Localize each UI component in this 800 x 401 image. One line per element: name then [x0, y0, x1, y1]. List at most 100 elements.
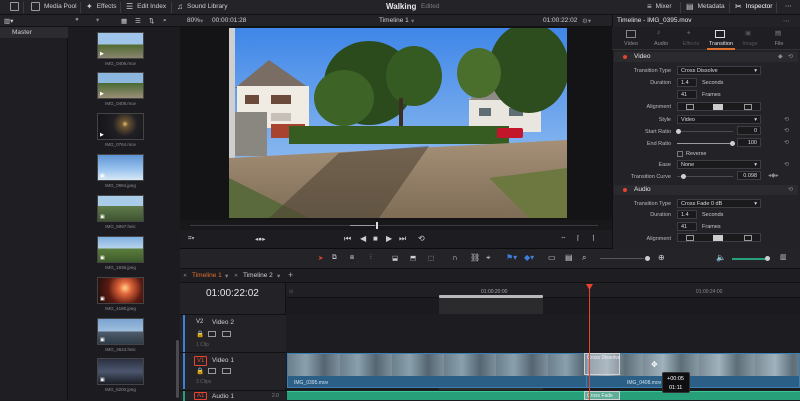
ease-select[interactable]: None ▾: [677, 160, 761, 169]
sound-library-button[interactable]: ♫ Sound Library: [177, 2, 227, 11]
start-ratio-slider[interactable]: [676, 129, 733, 134]
media-clip[interactable]: ▶ IMG_0764.mov: [97, 113, 144, 147]
ruler-menu-icon[interactable]: ⊞: [289, 289, 293, 295]
auto-select-icon[interactable]: [208, 368, 216, 374]
scrub-handle[interactable]: [376, 222, 378, 229]
detail-zoom-icon[interactable]: ▭: [548, 253, 556, 262]
close-tab-icon[interactable]: ✕: [183, 273, 187, 279]
overwrite-clip-icon[interactable]: ⬒: [410, 254, 416, 262]
viewer-scrubber[interactable]: [180, 220, 612, 230]
position-lock-icon[interactable]: ⌖: [486, 253, 491, 263]
duration-seconds-input[interactable]: 1.4: [677, 78, 697, 87]
slider-handle[interactable]: [676, 129, 681, 134]
ease-reset-icon[interactable]: ⟲: [784, 161, 789, 168]
media-pool-scrollbar[interactable]: [176, 340, 179, 398]
linked-selection-icon[interactable]: ⛓: [470, 253, 480, 262]
duration-frames-input[interactable]: 41: [677, 90, 697, 99]
loop-button[interactable]: ⟲: [418, 234, 425, 243]
align-center-icon[interactable]: [713, 235, 723, 241]
trim-tool-icon[interactable]: ⧉: [332, 254, 337, 262]
audio-meter-icon[interactable]: ▥: [780, 253, 787, 261]
volume-slider-handle[interactable]: [765, 256, 770, 261]
panel-toggle[interactable]: [10, 2, 19, 11]
selection-tool-icon[interactable]: ➤: [318, 254, 323, 262]
end-ratio-slider[interactable]: [677, 141, 735, 146]
viewer-options-icon[interactable]: ⚙▾: [582, 17, 591, 25]
flag-icon[interactable]: ⚑▾: [506, 253, 517, 262]
audio-duration-frames-input[interactable]: 41: [677, 222, 697, 231]
lock-icon[interactable]: 🔒: [196, 330, 204, 338]
collapse-icon[interactable]: ◆: [778, 53, 783, 60]
volume-slider[interactable]: [732, 258, 766, 260]
align-end-icon[interactable]: [744, 104, 752, 110]
stop-button[interactable]: ■: [373, 234, 378, 243]
timeline-tab-dropdown-icon[interactable]: ▾: [277, 272, 280, 280]
track-header-v2[interactable]: V2 Video 2 🔒 1 Clip: [180, 314, 286, 353]
go-to-start-button[interactable]: ⏮: [344, 234, 351, 244]
timeline-ruler[interactable]: ⊞ 01:00:20:00 01:00:24:00: [286, 283, 800, 298]
full-extent-zoom-icon[interactable]: ▤: [565, 253, 573, 262]
viewer-crop-icon[interactable]: ⌗▾: [188, 235, 194, 243]
audio-transition-type-select[interactable]: Cross Fade 0 dB ▾: [677, 199, 761, 208]
track-enable-icon[interactable]: [222, 368, 231, 374]
media-clip[interactable]: ▶ IMG_0406.mov: [97, 32, 144, 66]
tab-timeline-1[interactable]: Timeline 1: [192, 272, 222, 279]
reverse-checkbox[interactable]: [677, 151, 683, 157]
track-header-a1[interactable]: A1 Audio 1 2.0: [180, 390, 286, 401]
inspector-button[interactable]: ✂ Inspector: [735, 2, 772, 11]
dot-icon[interactable]: ●: [75, 16, 79, 23]
start-ratio-reset-icon[interactable]: ⟲: [784, 127, 789, 134]
align-center-icon[interactable]: [713, 104, 723, 110]
tab-image[interactable]: Image: [737, 41, 763, 47]
transition-curve-slider[interactable]: [677, 174, 733, 179]
zoom-in-icon[interactable]: ⊕: [658, 253, 665, 262]
snapping-icon[interactable]: ∩: [452, 253, 458, 262]
audio-clip[interactable]: [287, 391, 800, 400]
video-transition-type-select[interactable]: Cross Dissolve ▾: [677, 66, 761, 75]
tab-audio[interactable]: Audio: [648, 41, 674, 47]
close-tab-icon[interactable]: ✕: [234, 273, 238, 279]
auto-select-icon[interactable]: [208, 331, 216, 337]
lock-icon[interactable]: 🔒: [196, 367, 204, 375]
play-button[interactable]: ▶: [386, 234, 392, 243]
video-section-header[interactable]: Video ◆ ⟲: [614, 52, 798, 62]
media-clip[interactable]: ▣ IMG_4624.heic: [97, 318, 144, 352]
mixer-button[interactable]: ≡ Mixer: [647, 2, 672, 11]
viewer-frame[interactable]: [229, 28, 567, 218]
bin-master[interactable]: Master: [0, 27, 68, 38]
tab-file[interactable]: File: [766, 41, 792, 47]
audio-duration-seconds-input[interactable]: 1.4: [677, 210, 697, 219]
media-clip[interactable]: ▣ IMG_5997.heic: [97, 195, 144, 229]
track-header-v1[interactable]: V1 Video 1 🔒 3 Clips: [180, 352, 286, 389]
section-enable-dot[interactable]: [623, 55, 627, 59]
style-reset-icon[interactable]: ⟲: [784, 116, 789, 123]
more-menu-button[interactable]: ⋯: [785, 2, 792, 10]
speaker-icon[interactable]: 🔈: [716, 253, 726, 262]
playhead[interactable]: [589, 284, 590, 400]
slider-handle[interactable]: [681, 174, 686, 179]
audio-scrub-icon[interactable]: ◂●▸: [255, 235, 265, 243]
zoom-level[interactable]: 80%: [187, 17, 200, 24]
tab-transition[interactable]: Transition: [707, 41, 735, 47]
go-to-end-button[interactable]: ⏭: [399, 234, 406, 244]
marker-icon[interactable]: ◆▾: [524, 253, 534, 262]
grid-view-icon[interactable]: ▦: [121, 17, 127, 25]
align-start-icon[interactable]: [686, 104, 694, 110]
audio-section-header[interactable]: Audio ⟲: [614, 185, 798, 195]
section-enable-dot[interactable]: [623, 188, 627, 192]
play-reverse-button[interactable]: ◀: [360, 234, 366, 243]
keyframe-nav-icon[interactable]: ◂◆▸: [768, 172, 779, 179]
transition-curve-input[interactable]: 0.098: [737, 171, 761, 180]
match-frame-icon[interactable]: ⇔: [560, 234, 567, 241]
view-options-icon[interactable]: ▥▾: [4, 17, 13, 25]
zoom-dropdown-icon[interactable]: ▾: [200, 17, 203, 25]
reset-icon[interactable]: ⟲: [788, 186, 793, 193]
reset-icon[interactable]: ⟲: [788, 53, 793, 60]
blade-tool-icon[interactable]: ⫶: [370, 254, 372, 262]
timeline-dropdown-icon[interactable]: ▾: [411, 17, 414, 25]
list-view-icon[interactable]: ☰: [135, 17, 141, 25]
align-start-icon[interactable]: [686, 235, 694, 241]
sort-order-icon[interactable]: ⇅: [149, 17, 154, 25]
slider-handle[interactable]: [730, 141, 735, 146]
media-clip[interactable]: ▣ IMG_1936.jpeg: [97, 236, 144, 270]
